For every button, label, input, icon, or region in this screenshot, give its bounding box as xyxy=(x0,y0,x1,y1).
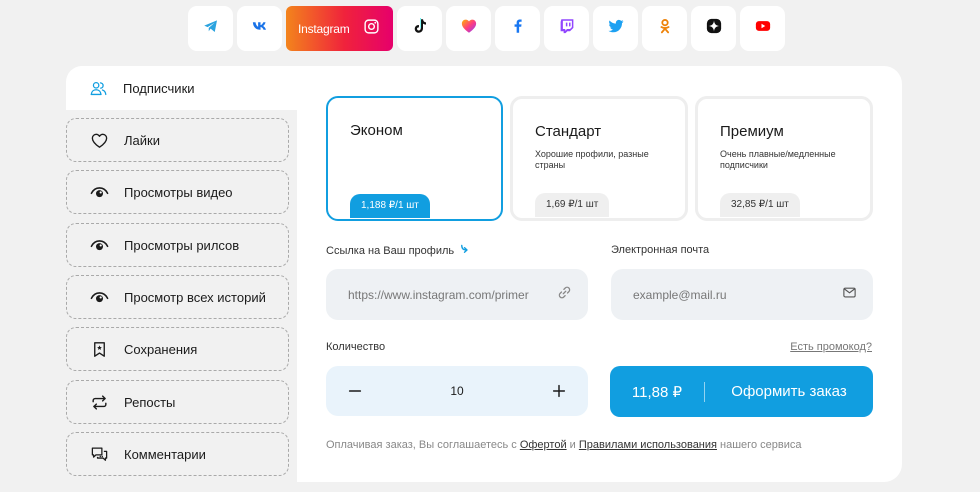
service-followers[interactable]: Подписчики xyxy=(66,66,297,110)
rules-link[interactable]: Правилами использования xyxy=(579,439,717,451)
service-stories-views[interactable]: Просмотр всех историй xyxy=(66,275,289,319)
service-sidebar: Подписчики Лайки Просмотры видео Просмот… xyxy=(66,66,297,482)
mail-icon xyxy=(842,285,857,305)
tariff-premium[interactable]: Премиум Очень плавные/медленные подписчи… xyxy=(695,96,873,221)
network-tab-twitch[interactable] xyxy=(544,6,589,51)
tariff-description: Очень плавные/медленные подписчики xyxy=(720,149,836,170)
instagram-icon xyxy=(363,18,380,40)
network-tab-instagram-label: Instagram xyxy=(298,21,350,36)
profile-link-label: Ссылка на Ваш профиль xyxy=(326,244,470,257)
network-tab-odnoklassniki[interactable] xyxy=(642,6,687,51)
eye-icon xyxy=(89,235,109,255)
offer-link[interactable]: Офертой xyxy=(520,439,567,451)
tariff-price: 32,85 ₽/1 шт xyxy=(720,193,800,217)
network-tab-twitter[interactable] xyxy=(593,6,638,51)
comments-icon xyxy=(89,444,109,464)
service-reposts[interactable]: Репосты xyxy=(66,380,289,424)
service-comments-label: Комментарии xyxy=(124,446,206,462)
twitter-icon xyxy=(607,17,625,40)
decrease-button[interactable] xyxy=(346,382,364,400)
telegram-icon xyxy=(202,17,220,40)
network-tab-vk[interactable] xyxy=(237,6,282,51)
link-icon xyxy=(557,285,572,305)
arrow-down-icon xyxy=(457,244,470,257)
network-tab-tiktok[interactable] xyxy=(397,6,442,51)
tariff-name: Премиум xyxy=(720,123,784,140)
profile-link-input[interactable]: https://www.instagram.com/primer xyxy=(326,269,588,320)
service-likes-label: Лайки xyxy=(124,132,160,148)
eye-icon xyxy=(89,182,109,202)
vk-icon xyxy=(251,17,269,40)
service-reposts-label: Репосты xyxy=(124,394,176,410)
network-tabs: Instagram xyxy=(188,6,789,52)
service-reels-views-label: Просмотры рилсов xyxy=(124,237,240,253)
twitch-icon xyxy=(558,17,576,40)
service-followers-label: Подписчики xyxy=(123,80,195,96)
email-placeholder: example@mail.ru xyxy=(633,287,727,302)
network-tab-instagram[interactable]: Instagram xyxy=(286,6,393,51)
service-video-views-label: Просмотры видео xyxy=(124,184,233,200)
service-stories-views-label: Просмотр всех историй xyxy=(124,289,266,305)
facebook-icon xyxy=(509,17,527,40)
service-likes[interactable]: Лайки xyxy=(66,118,289,162)
likee-heart-icon xyxy=(460,17,478,40)
promo-code-link[interactable]: Есть промокод? xyxy=(790,341,872,353)
order-button-label: Оформить заказ xyxy=(731,383,847,400)
odnoklassniki-icon xyxy=(656,17,674,40)
email-input[interactable]: example@mail.ru xyxy=(611,269,873,320)
tariff-economy[interactable]: Эконом 1,188 ₽/1 шт xyxy=(326,96,503,221)
place-order-button[interactable]: 11,88 ₽ Оформить заказ xyxy=(610,366,873,417)
service-video-views[interactable]: Просмотры видео xyxy=(66,170,289,214)
heart-icon xyxy=(89,130,109,150)
followers-icon xyxy=(88,78,108,98)
dzen-icon xyxy=(705,17,723,40)
quantity-value[interactable]: 10 xyxy=(450,384,463,398)
quantity-label: Количество xyxy=(326,341,386,353)
repost-icon xyxy=(89,392,109,412)
service-comments[interactable]: Комментарии xyxy=(66,432,289,476)
service-saves[interactable]: Сохранения xyxy=(66,327,289,371)
order-total: 11,88 ₽ xyxy=(631,383,683,401)
network-tab-dzen[interactable] xyxy=(691,6,736,51)
tiktok-icon xyxy=(411,17,429,40)
service-reels-views[interactable]: Просмотры рилсов xyxy=(66,223,289,267)
tariff-price: 1,69 ₽/1 шт xyxy=(535,193,610,217)
eye-icon xyxy=(89,287,109,307)
increase-button[interactable] xyxy=(550,382,568,400)
tariff-name: Стандарт xyxy=(535,123,602,140)
tariff-description: Хорошие профили, разные страны xyxy=(535,149,649,170)
network-tab-youtube[interactable] xyxy=(740,6,785,51)
email-label: Электронная почта xyxy=(611,244,710,256)
quantity-stepper: 10 xyxy=(326,366,588,416)
network-tab-likee[interactable] xyxy=(446,6,491,51)
terms-note: Оплачивая заказ, Вы соглашаетесь с Оферт… xyxy=(326,439,802,451)
network-tab-telegram[interactable] xyxy=(188,6,233,51)
tariff-price: 1,188 ₽/1 шт xyxy=(350,194,430,218)
tariff-standard[interactable]: Стандарт Хорошие профили, разные страны … xyxy=(510,96,688,221)
network-tab-facebook[interactable] xyxy=(495,6,540,51)
tariff-name: Эконом xyxy=(350,122,403,139)
profile-link-placeholder: https://www.instagram.com/primer xyxy=(348,287,529,302)
youtube-icon xyxy=(754,17,772,40)
service-saves-label: Сохранения xyxy=(124,341,198,357)
bookmark-icon xyxy=(89,339,109,359)
